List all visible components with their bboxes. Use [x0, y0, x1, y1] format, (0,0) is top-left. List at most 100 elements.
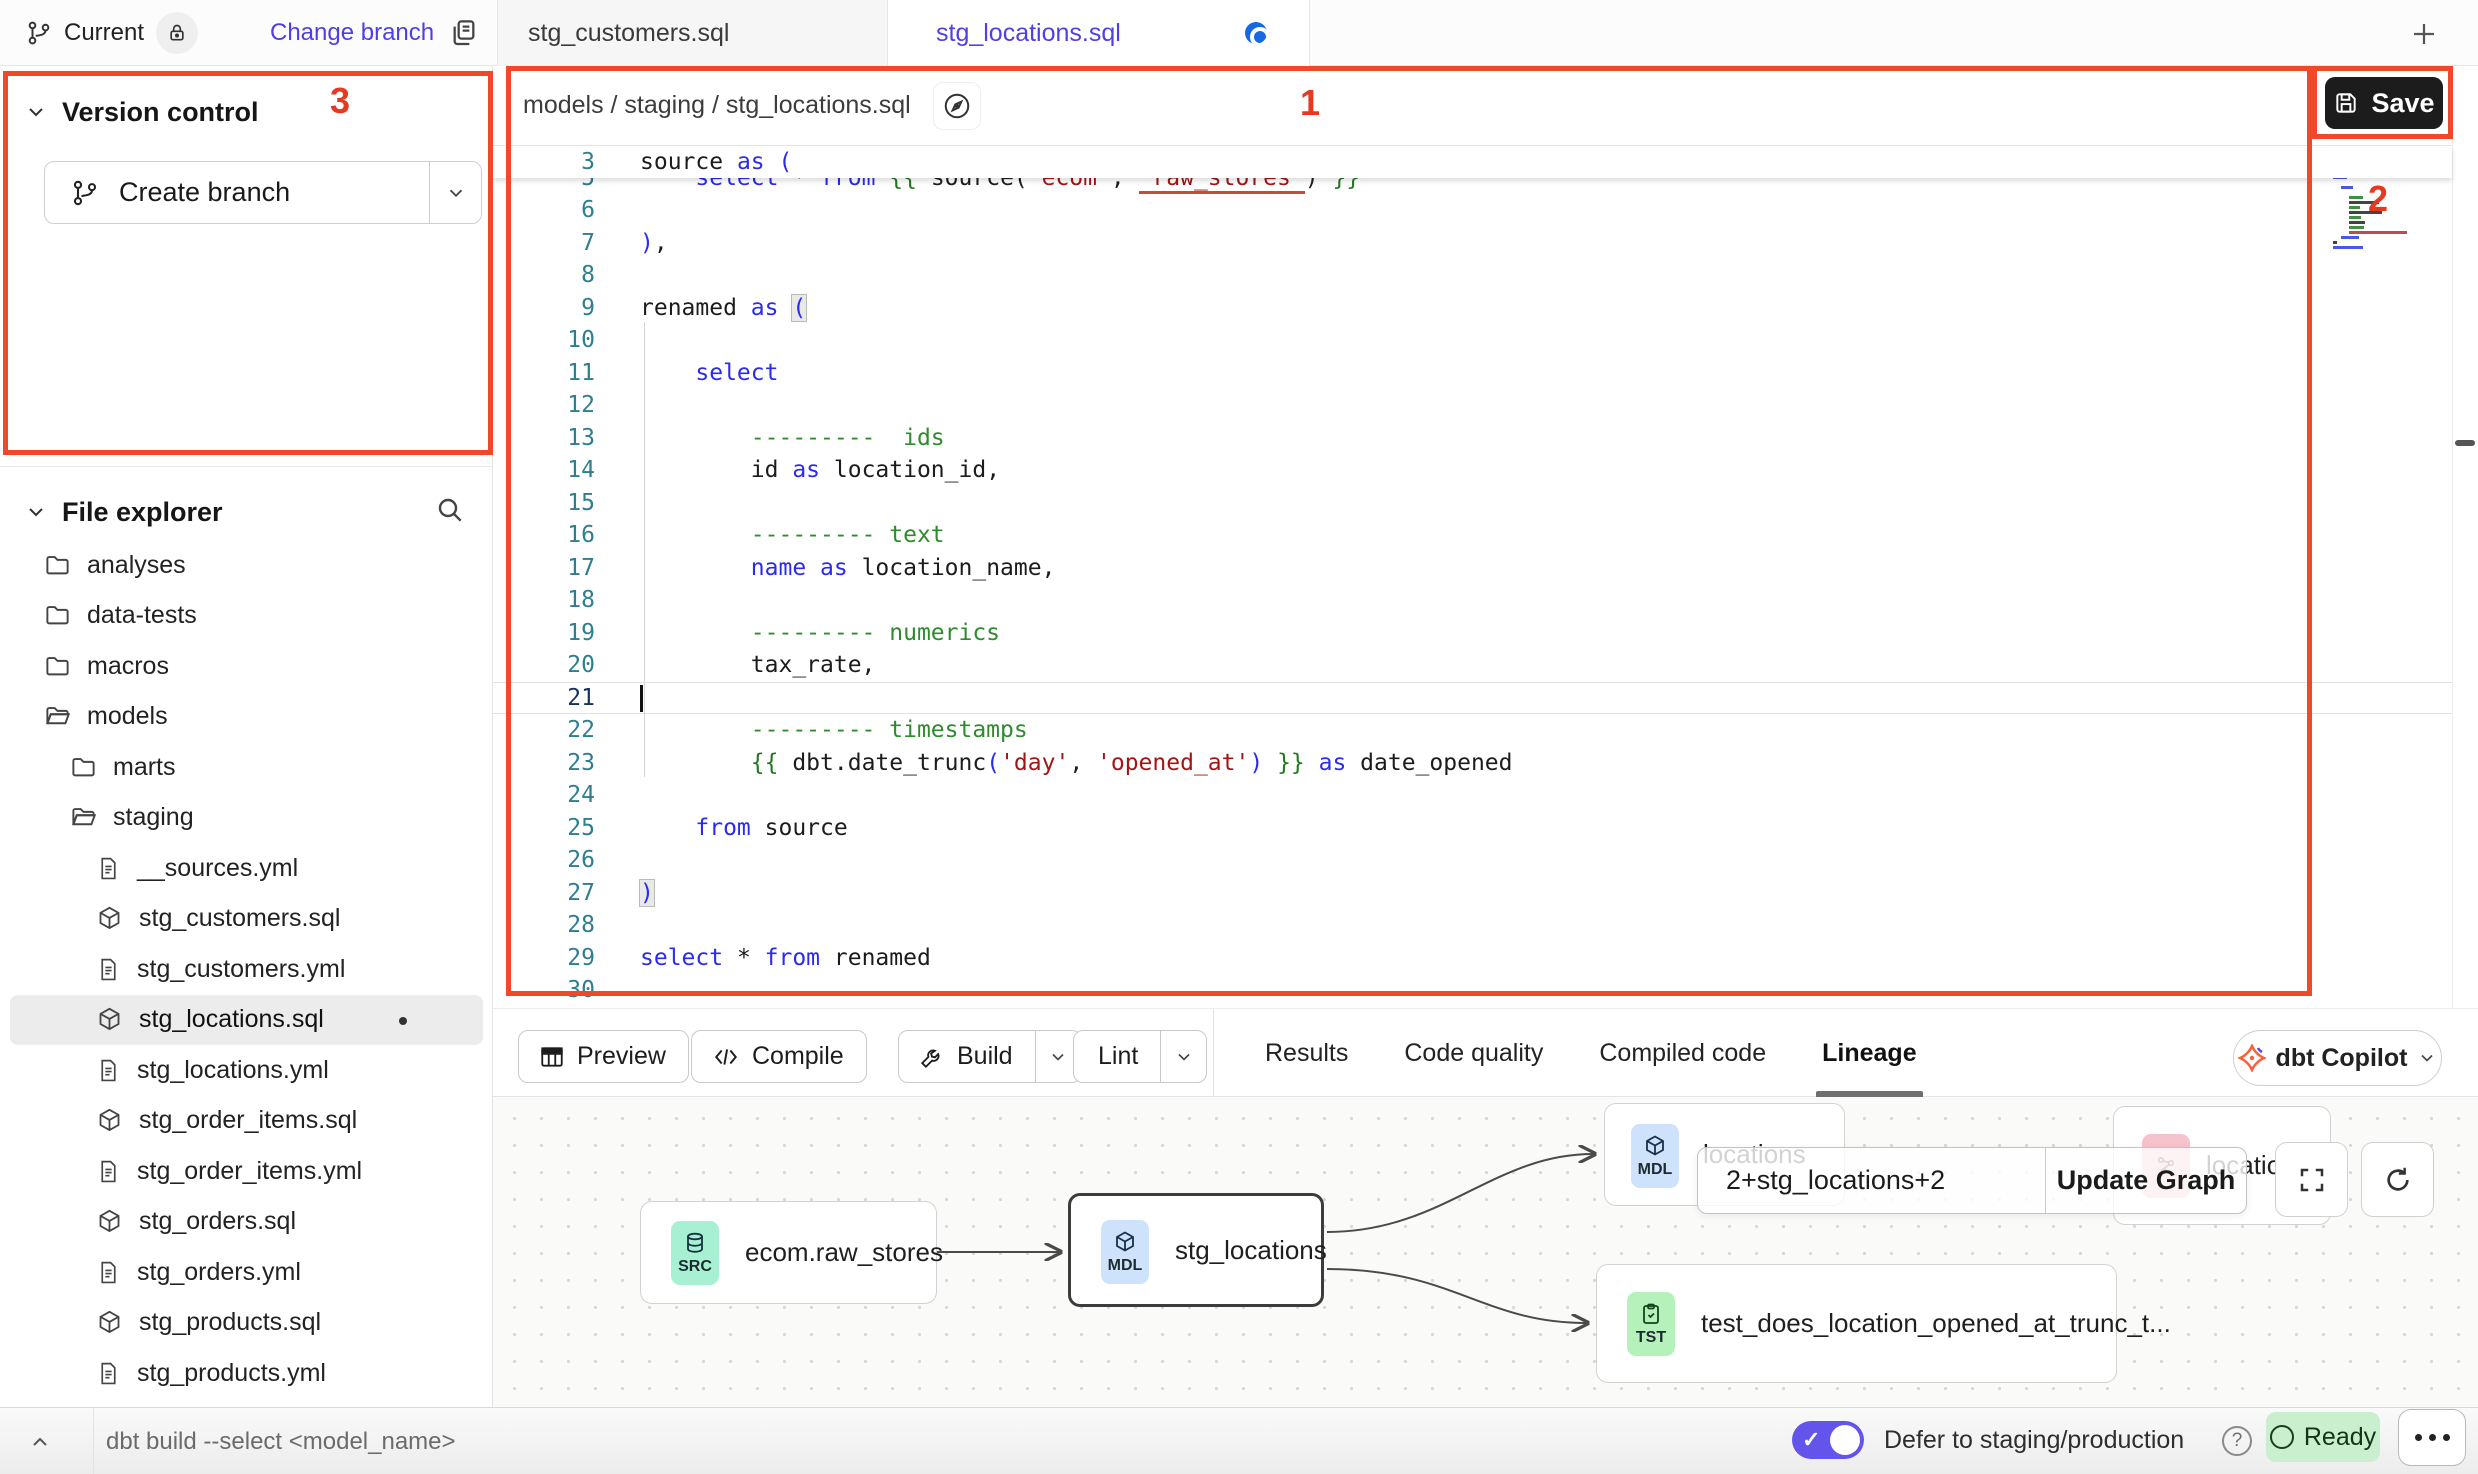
code-line-20[interactable]: 20 tax_rate,	[493, 649, 2452, 682]
file-explorer-item-stg-order-items-sql[interactable]: stg_order_items.sql	[0, 1096, 493, 1147]
code-line-26[interactable]: 26	[493, 844, 2452, 877]
lineage-canvas[interactable]: SRC ecom.raw_stores MDL stg_locations MD…	[493, 1097, 2478, 1407]
file-explorer-item-marts[interactable]: marts	[0, 742, 493, 793]
lineage-selector-input[interactable]: 2+stg_locations+2	[1698, 1148, 2045, 1213]
code-line-29[interactable]: 29select * from renamed	[493, 942, 2452, 975]
file-explorer-item-macros[interactable]: macros	[0, 641, 493, 692]
more-options-button[interactable]	[2398, 1409, 2466, 1466]
tab-stg-customers-sql[interactable]: stg_customers.sql	[497, 0, 888, 66]
editor-right-border	[2452, 66, 2453, 1097]
help-icon[interactable]: ?	[2222, 1426, 2252, 1456]
file-explorer-item-stg-customers-sql[interactable]: stg_customers.sql	[0, 894, 493, 945]
code-line-10[interactable]: 10	[493, 324, 2452, 357]
lineage-node-source[interactable]: SRC ecom.raw_stores	[640, 1201, 937, 1304]
line-number: 29	[493, 945, 595, 971]
save-button[interactable]: Save	[2325, 77, 2443, 129]
refresh-button[interactable]	[2361, 1142, 2434, 1217]
code-line-15[interactable]: 15	[493, 487, 2452, 520]
lint-dropdown[interactable]	[1160, 1031, 1206, 1082]
code-line-8[interactable]: 8	[493, 259, 2452, 292]
tab-lineage[interactable]: Lineage	[1822, 1009, 1916, 1097]
current-branch[interactable]: Current	[26, 0, 198, 66]
save-floppy-icon	[2333, 90, 2359, 116]
breadcrumb: models / staging / stg_locations.sql	[523, 91, 911, 120]
sidebar-divider	[0, 466, 493, 467]
search-icon[interactable]	[434, 494, 466, 526]
code-line-25[interactable]: 25 from source	[493, 812, 2452, 845]
scrollbar-thumb[interactable]	[2455, 440, 2475, 446]
chevron-down-icon	[2417, 1048, 2437, 1068]
file-explorer-item-stg-locations-sql[interactable]: stg_locations.sql	[10, 995, 483, 1046]
command-input[interactable]: dbt build --select <model_name>	[106, 1408, 456, 1474]
file-explorer-item-models[interactable]: models	[0, 692, 493, 743]
tab-compiled-code[interactable]: Compiled code	[1599, 1009, 1766, 1097]
dbt-copilot-button[interactable]: dbt Copilot	[2233, 1030, 2442, 1086]
dbt-logo-icon	[2238, 1044, 2266, 1072]
lint-button[interactable]: Lint	[1073, 1030, 1207, 1083]
line-number: 9	[493, 295, 595, 321]
create-branch-main[interactable]: Create branch	[45, 162, 429, 223]
code-line-22[interactable]: 22 --------- timestamps	[493, 714, 2452, 747]
version-control-header[interactable]: Version control	[0, 80, 493, 144]
lint-label: Lint	[1074, 1042, 1160, 1071]
code-line-11[interactable]: 11 select	[493, 357, 2452, 390]
code-line-21[interactable]: 21	[493, 682, 2452, 715]
create-branch-dropdown[interactable]	[429, 162, 481, 223]
file-explorer-item--sources-yml[interactable]: __sources.yml	[0, 843, 493, 894]
file-explorer-item-stg-locations-yml[interactable]: stg_locations.yml	[0, 1045, 493, 1096]
code-line-12[interactable]: 12	[493, 389, 2452, 422]
tab-label: stg_locations.sql	[936, 19, 1121, 48]
file-explorer-item-stg-orders-sql[interactable]: stg_orders.sql	[0, 1197, 493, 1248]
code-line-27[interactable]: 27)	[493, 877, 2452, 910]
copilot-compass-button[interactable]	[933, 82, 981, 130]
code-line-24[interactable]: 24	[493, 779, 2452, 812]
tab-stg-locations-sql[interactable]: stg_locations.sql	[888, 0, 1310, 66]
file-explorer-item-stg-customers-yml[interactable]: stg_customers.yml	[0, 944, 493, 995]
copy-icon[interactable]	[448, 16, 480, 48]
code-line-30[interactable]: 30	[493, 974, 2452, 1007]
code-line-28[interactable]: 28	[493, 909, 2452, 942]
preview-button[interactable]: Preview	[518, 1030, 689, 1083]
code-line-19[interactable]: 19 --------- numerics	[493, 617, 2452, 650]
update-graph-button[interactable]: Update Graph	[2045, 1148, 2246, 1213]
editor-pane: models / staging / stg_locations.sql 3so…	[493, 66, 2478, 1097]
tab-results[interactable]: Results	[1265, 1009, 1348, 1097]
file-explorer-item-data-tests[interactable]: data-tests	[0, 591, 493, 642]
lineage-node-test[interactable]: TST test_does_location_opened_at_trunc_t…	[1596, 1264, 2117, 1383]
code-editor[interactable]: 3source as (5 select * from {{ source('e…	[493, 146, 2452, 1007]
new-tab-button[interactable]	[2402, 12, 2446, 56]
line-number: 30	[493, 977, 595, 1003]
build-label: Build	[945, 1042, 1035, 1071]
change-branch-link[interactable]: Change branch	[270, 0, 434, 66]
code-line-14[interactable]: 14 id as location_id,	[493, 454, 2452, 487]
defer-toggle[interactable]: ✓	[1792, 1421, 1864, 1459]
file-explorer-header[interactable]: File explorer	[0, 480, 493, 544]
git-branch-icon	[71, 179, 99, 207]
code-line-23[interactable]: 23 {{ dbt.date_trunc('day', 'opened_at')…	[493, 747, 2452, 780]
code-line-18[interactable]: 18	[493, 584, 2452, 617]
compile-button[interactable]: Compile	[691, 1030, 867, 1083]
code-line-16[interactable]: 16 --------- text	[493, 519, 2452, 552]
lineage-node-stg-locations[interactable]: MDL stg_locations	[1068, 1193, 1324, 1307]
build-button[interactable]: Build	[898, 1030, 1082, 1083]
code-line-7[interactable]: 7),	[493, 227, 2452, 260]
file-explorer-item-stg-order-items-yml[interactable]: stg_order_items.yml	[0, 1146, 493, 1197]
code-line-9[interactable]: 9renamed as (	[493, 292, 2452, 325]
tab-code-quality[interactable]: Code quality	[1404, 1009, 1543, 1097]
code-line-13[interactable]: 13 --------- ids	[493, 422, 2452, 455]
file-explorer-item-stg-orders-yml[interactable]: stg_orders.yml	[0, 1247, 493, 1298]
file-name: stg_locations.sql	[139, 1005, 324, 1034]
create-branch-button[interactable]: Create branch	[44, 161, 482, 224]
file-explorer-item-analyses[interactable]: analyses	[0, 540, 493, 591]
fullscreen-button[interactable]	[2275, 1142, 2348, 1217]
sidebar: Version control Create branch File explo…	[0, 66, 493, 1407]
file-name: stg_customers.sql	[139, 904, 340, 933]
code-line-17[interactable]: 17 name as location_name,	[493, 552, 2452, 585]
code-line-5[interactable]: 5 select * from {{ source('ecom', 'raw_s…	[493, 178, 2452, 194]
file-explorer-item-stg-products-sql[interactable]: stg_products.sql	[0, 1298, 493, 1349]
file-explorer-item-staging[interactable]: staging	[0, 793, 493, 844]
file-explorer-item-stg-products-yml[interactable]: stg_products.yml	[0, 1348, 493, 1399]
code-line-3[interactable]: 3source as (	[493, 146, 2452, 178]
code-line-6[interactable]: 6	[493, 194, 2452, 227]
chevron-up-icon[interactable]	[28, 1430, 52, 1454]
